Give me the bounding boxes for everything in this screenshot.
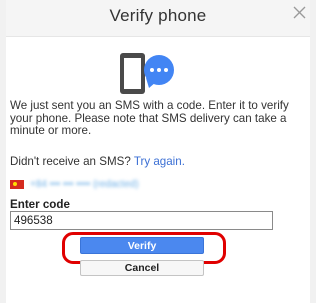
verify-phone-dialog: Verify phone We just sent you an SMS wit… [0, 0, 316, 303]
retry-line: Didn't receive an SMS? Try again. [10, 155, 185, 168]
dialog-header: Verify phone [6, 0, 310, 37]
close-icon[interactable] [288, 2, 310, 24]
verify-button[interactable]: Verify [80, 237, 204, 254]
cancel-button[interactable]: Cancel [80, 260, 204, 276]
code-input[interactable] [10, 211, 273, 230]
dialog-right-border [310, 0, 316, 303]
phone-number-redacted: +84 ••• ••• •••• (redacted) [30, 178, 139, 190]
phone-sms-icon [116, 46, 196, 100]
code-label: Enter code [10, 198, 70, 211]
dialog-title: Verify phone [109, 6, 207, 25]
phone-number-row: +84 ••• ••• •••• (redacted) [10, 177, 139, 191]
try-again-link[interactable]: Try again. [134, 155, 185, 168]
retry-prompt: Didn't receive an SMS? [10, 155, 131, 168]
sms-sent-message: We just sent you an SMS with a code. Ent… [10, 99, 289, 138]
vietnam-flag-icon [10, 179, 24, 189]
dialog-left-border [0, 0, 6, 303]
